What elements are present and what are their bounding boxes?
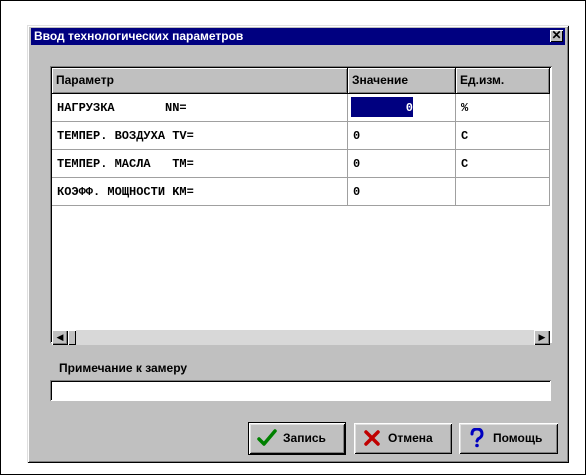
cell-parameter[interactable]: КОЭФФ. МОЩНОСТИ KM=: [52, 178, 348, 206]
horizontal-scrollbar[interactable]: ◀ ▶: [52, 330, 550, 345]
question-icon: [470, 428, 484, 448]
scroll-right-button[interactable]: ▶: [534, 330, 550, 345]
cell-text: 0: [353, 157, 361, 171]
cell-parameter[interactable]: НАГРУЗКА NN=: [52, 94, 348, 122]
note-input[interactable]: [50, 380, 551, 401]
selection-highlight: [351, 97, 413, 117]
close-button[interactable]: ✕: [550, 28, 563, 42]
header-label: Параметр: [56, 73, 114, 87]
cell-value-selected[interactable]: 0: [348, 94, 456, 122]
cell-parameter[interactable]: ТЕМПЕР. МАСЛА TM=: [52, 150, 348, 178]
cell-text: ТЕМПЕР. ВОЗДУХА TV=: [57, 129, 194, 143]
arrow-right-icon: ▶: [538, 332, 546, 342]
cell-text: %: [461, 101, 469, 115]
help-label: Помощь: [493, 431, 543, 445]
cell-value[interactable]: 0: [348, 178, 456, 206]
close-icon: ✕: [551, 28, 562, 42]
save-label: Запись: [283, 431, 326, 445]
cell-text: 0: [405, 101, 413, 115]
help-button[interactable]: Помощь: [459, 423, 558, 454]
cell-unit[interactable]: %: [456, 94, 550, 122]
save-button[interactable]: Запись: [248, 422, 346, 455]
cell-text: 0: [353, 129, 361, 143]
scrollbar-thumb[interactable]: [68, 330, 76, 345]
column-header-parameter[interactable]: Параметр: [52, 68, 348, 94]
cell-text: C: [461, 129, 469, 143]
title-bar: Ввод технологических параметров ✕: [31, 28, 565, 45]
header-label: Значение: [352, 73, 409, 87]
dialog-title: Ввод технологических параметров: [34, 29, 244, 43]
cell-text: C: [461, 157, 469, 171]
arrow-left-icon: ◀: [56, 332, 64, 342]
cancel-button[interactable]: Отмена: [354, 423, 452, 454]
cell-unit[interactable]: C: [456, 122, 550, 150]
header-label: Ед.изм.: [460, 73, 505, 87]
parameters-dialog: Ввод технологических параметров ✕ Параме…: [27, 25, 569, 463]
cell-parameter[interactable]: ТЕМПЕР. ВОЗДУХА TV=: [52, 122, 348, 150]
cancel-label: Отмена: [388, 431, 433, 445]
note-label: Примечание к замеру: [59, 361, 188, 375]
cell-unit[interactable]: [456, 178, 550, 206]
cell-text: НАГРУЗКА NN=: [57, 101, 187, 115]
cell-value[interactable]: 0: [348, 122, 456, 150]
checkmark-icon: [257, 429, 277, 446]
cell-text: ТЕМПЕР. МАСЛА TM=: [57, 157, 194, 171]
cell-unit[interactable]: C: [456, 150, 550, 178]
column-header-unit[interactable]: Ед.изм.: [456, 68, 550, 94]
cell-text: 0: [353, 185, 361, 199]
column-header-value[interactable]: Значение: [348, 68, 456, 94]
cell-text: КОЭФФ. МОЩНОСТИ KM=: [57, 185, 194, 199]
scroll-left-button[interactable]: ◀: [52, 330, 68, 345]
cell-value[interactable]: 0: [348, 150, 456, 178]
x-icon: [364, 430, 380, 446]
parameters-grid: Параметр Значение Ед.изм. НАГРУЗКА NN= 0…: [50, 66, 552, 345]
